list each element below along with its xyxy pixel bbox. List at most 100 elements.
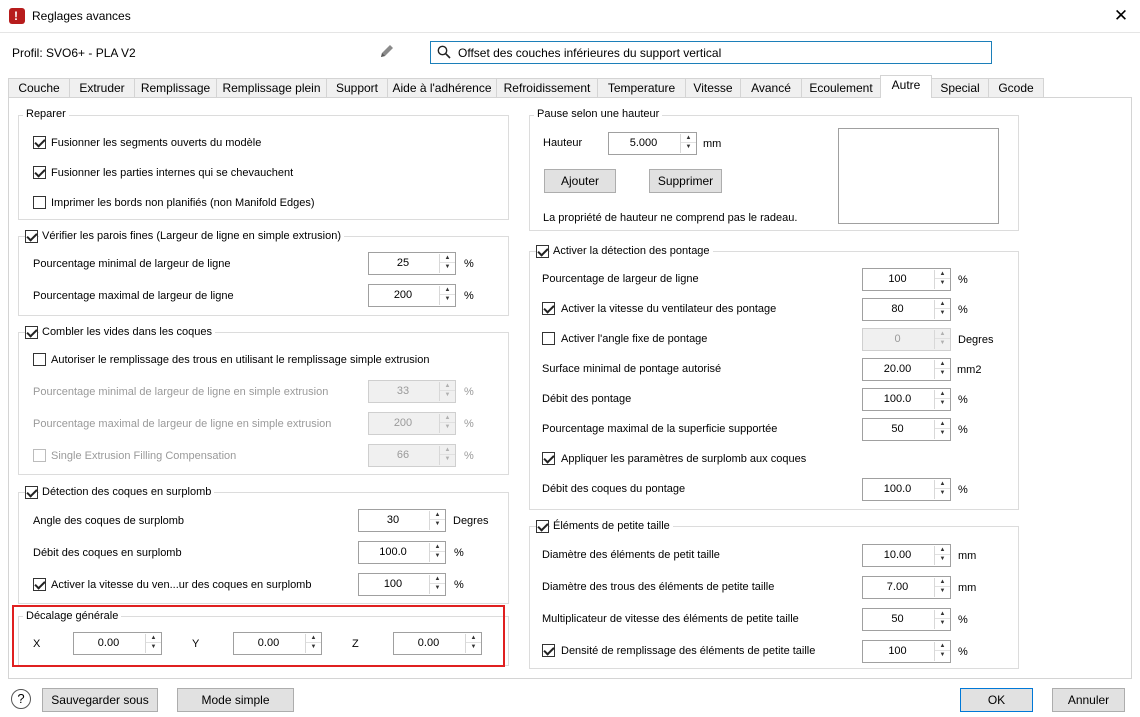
spin-down-icon[interactable]: ▼ [306,643,321,652]
spin-up-icon[interactable]: ▲ [681,134,696,143]
spinbox-surface-min-pontage[interactable]: 20.00 ▲ ▼ [862,358,951,381]
checkbox-angle-fixe-pontage[interactable] [542,332,555,345]
checkbox-surplomb[interactable] [25,486,38,499]
spinbox-pct-max-largeur[interactable]: 200 ▲ ▼ [368,284,456,307]
spin-down-icon[interactable]: ▼ [935,619,950,628]
tab-gcode[interactable]: Gcode [988,78,1044,98]
spin-up-icon[interactable]: ▲ [935,390,950,399]
checkbox-bords-non-planifies[interactable] [33,196,46,209]
spin-down-icon[interactable]: ▼ [935,309,950,318]
add-button[interactable]: Ajouter [544,169,616,193]
spin-down-icon[interactable]: ▼ [935,429,950,438]
spin-down-icon[interactable]: ▼ [466,643,481,652]
spin-down-icon[interactable]: ▼ [430,520,445,529]
spin-up-icon[interactable]: ▲ [935,610,950,619]
remove-button[interactable]: Supprimer [649,169,722,193]
spinbox-angle-surplomb[interactable]: 30 ▲ ▼ [358,509,446,532]
spinbox-hauteur[interactable]: 5.000 ▲ ▼ [608,132,697,155]
tab-avance[interactable]: Avancé [740,78,802,98]
checkbox-autoriser-remplissage[interactable] [33,353,46,366]
spin-down-icon[interactable]: ▼ [935,555,950,564]
spinbox-multiplicateur-vitesse[interactable]: 50 ▲ ▼ [862,608,951,631]
spin-down-icon[interactable]: ▼ [440,263,455,272]
checkbox-appliquer-surplomb-coques[interactable] [542,452,555,465]
spin-up-icon[interactable]: ▲ [935,360,950,369]
spin-up-icon[interactable]: ▲ [466,634,481,643]
spin-up-icon[interactable]: ▲ [440,446,455,455]
spinbox-single-extrusion-comp[interactable]: 66 ▲ ▼ [368,444,456,467]
spin-up-icon[interactable]: ▲ [430,511,445,520]
spin-down-icon[interactable]: ▼ [681,143,696,152]
spin-up-icon[interactable]: ▲ [935,330,950,339]
spin-up-icon[interactable]: ▲ [935,270,950,279]
spin-down-icon[interactable]: ▼ [935,279,950,288]
save-as-button[interactable]: Sauvegarder sous [42,688,158,712]
tab-special[interactable]: Special [931,78,989,98]
spin-up-icon[interactable]: ▲ [146,634,161,643]
spin-up-icon[interactable]: ▲ [440,286,455,295]
tab-couche[interactable]: Couche [8,78,70,98]
spin-up-icon[interactable]: ▲ [430,575,445,584]
spin-up-icon[interactable]: ▲ [935,420,950,429]
tab-remplissage[interactable]: Remplissage [134,78,217,98]
checkbox-single-extrusion-comp[interactable] [33,449,46,462]
pause-height-list[interactable] [838,128,999,224]
spinbox-debit-pontage[interactable]: 100.0 ▲ ▼ [862,388,951,411]
tab-support[interactable]: Support [326,78,388,98]
spin-down-icon[interactable]: ▼ [935,489,950,498]
ok-button[interactable]: OK [960,688,1033,712]
help-icon[interactable]: ? [11,689,31,709]
spin-down-icon[interactable]: ▼ [440,391,455,400]
spin-up-icon[interactable]: ▲ [440,254,455,263]
checkbox-petite-taille[interactable] [536,520,549,533]
spinbox-vitesse-ventilateur-surplomb[interactable]: 100 ▲ ▼ [358,573,446,596]
spinbox-superficie-supportee[interactable]: 50 ▲ ▼ [862,418,951,441]
spin-down-icon[interactable]: ▼ [430,552,445,561]
spinbox-pct-max-simple[interactable]: 200 ▲ ▼ [368,412,456,435]
edit-pencil-icon[interactable] [378,42,398,62]
spin-up-icon[interactable]: ▲ [306,634,321,643]
checkbox-combler-vides[interactable] [25,326,38,339]
checkbox-parois-fines[interactable] [25,230,38,243]
spin-down-icon[interactable]: ▼ [440,423,455,432]
tab-remplissage-plein[interactable]: Remplissage plein [216,78,327,98]
tab-refroidissement[interactable]: Refroidissement [496,78,598,98]
spin-up-icon[interactable]: ▲ [440,382,455,391]
spin-down-icon[interactable]: ▼ [146,643,161,652]
spin-down-icon[interactable]: ▼ [430,584,445,593]
tab-aide-adherence[interactable]: Aide à l'adhérence [387,78,497,98]
tab-autre[interactable]: Autre [880,75,932,98]
spinbox-offset-z[interactable]: 0.00 ▲ ▼ [393,632,482,655]
checkbox-densite-remplissage[interactable] [542,644,555,657]
spinbox-debit-coques-pontage[interactable]: 100.0 ▲ ▼ [862,478,951,501]
spinbox-ventilateur-pontage[interactable]: 80 ▲ ▼ [862,298,951,321]
spin-up-icon[interactable]: ▲ [935,300,950,309]
spin-up-icon[interactable]: ▲ [430,543,445,552]
spinbox-densite-remplissage[interactable]: 100 ▲ ▼ [862,640,951,663]
checkbox-fusionner-parties[interactable] [33,166,46,179]
spin-down-icon[interactable]: ▼ [935,651,950,660]
spinbox-offset-y[interactable]: 0.00 ▲ ▼ [233,632,322,655]
checkbox-vitesse-ventilateur-surplomb[interactable] [33,578,46,591]
spin-down-icon[interactable]: ▼ [440,455,455,464]
spinbox-pct-min-simple[interactable]: 33 ▲ ▼ [368,380,456,403]
spinbox-pct-min-largeur[interactable]: 25 ▲ ▼ [368,252,456,275]
spin-up-icon[interactable]: ▲ [935,546,950,555]
spin-up-icon[interactable]: ▲ [935,642,950,651]
spinbox-pct-largeur-ligne[interactable]: 100 ▲ ▼ [862,268,951,291]
spinbox-offset-x[interactable]: 0.00 ▲ ▼ [73,632,162,655]
spin-down-icon[interactable]: ▼ [935,399,950,408]
checkbox-fusionner-segments[interactable] [33,136,46,149]
checkbox-ventilateur-pontage[interactable] [542,302,555,315]
checkbox-detection-pontage[interactable] [536,245,549,258]
search-input[interactable]: Offset des couches inférieures du suppor… [430,41,992,64]
spinbox-diametre-elements[interactable]: 10.00 ▲ ▼ [862,544,951,567]
spin-down-icon[interactable]: ▼ [935,587,950,596]
spin-down-icon[interactable]: ▼ [935,339,950,348]
spin-down-icon[interactable]: ▼ [440,295,455,304]
tab-vitesse[interactable]: Vitesse [685,78,741,98]
spinbox-diametre-trous[interactable]: 7.00 ▲ ▼ [862,576,951,599]
tab-extruder[interactable]: Extruder [69,78,135,98]
spin-up-icon[interactable]: ▲ [935,578,950,587]
close-icon[interactable]: ✕ [1108,4,1134,28]
